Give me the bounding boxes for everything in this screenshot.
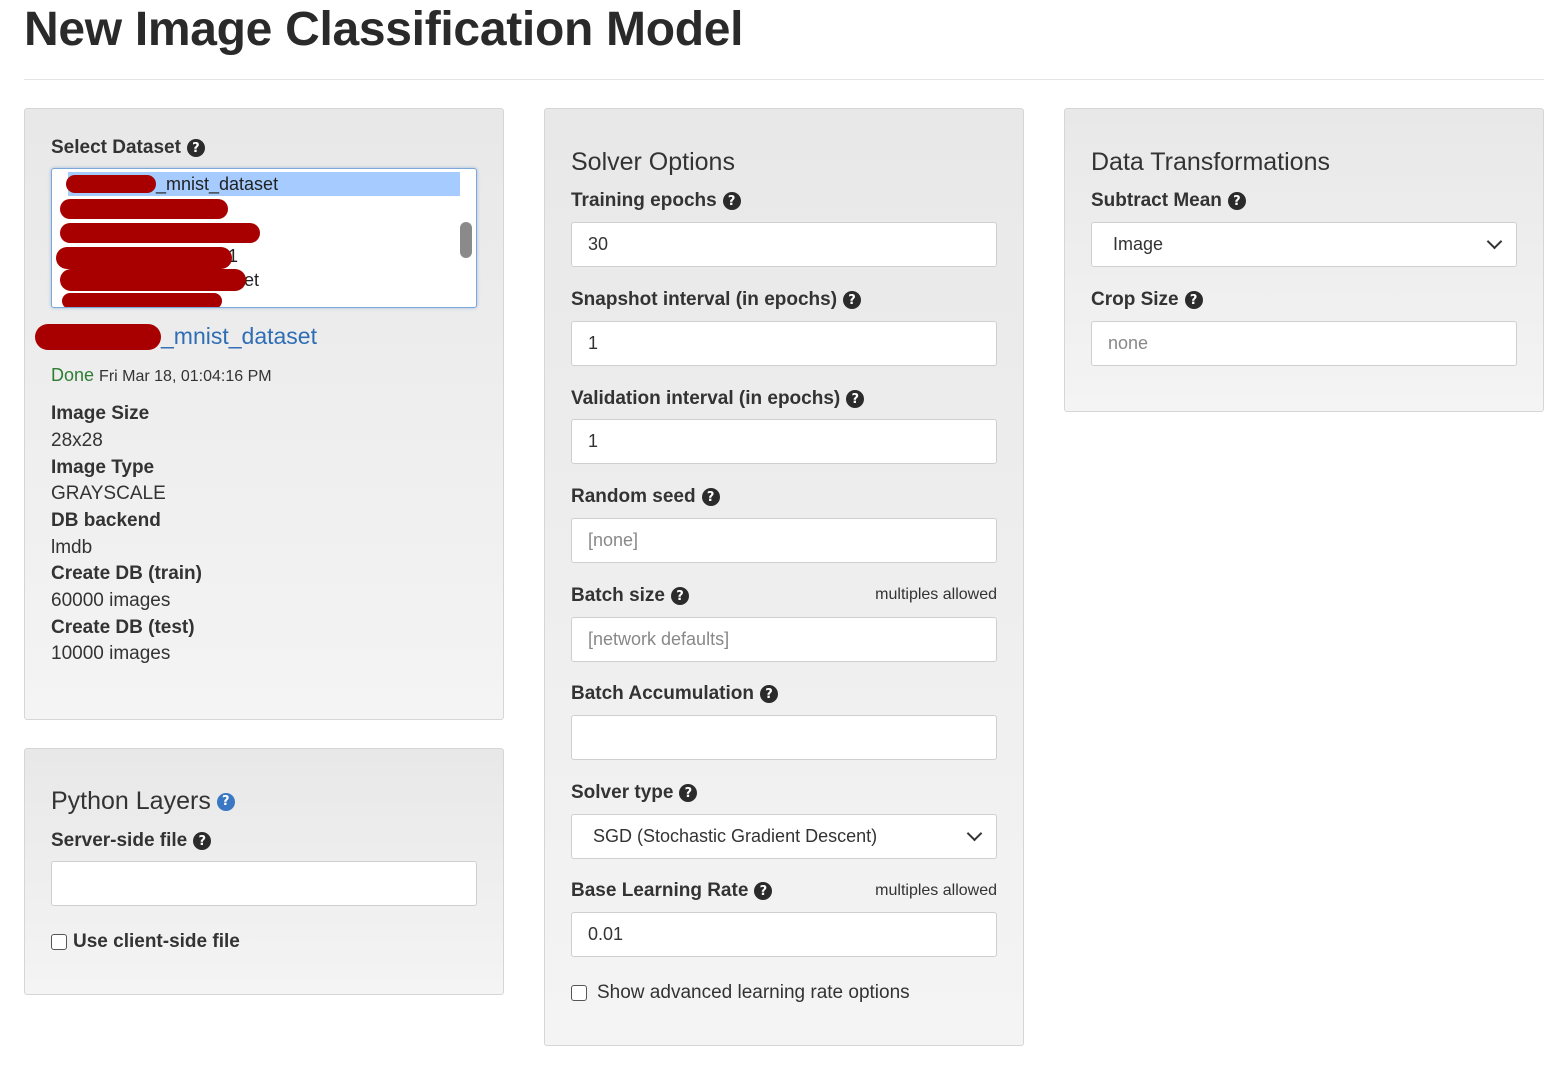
dataset-option[interactable]: et (244, 268, 259, 292)
help-icon[interactable]: ? (193, 832, 212, 850)
detail-label: DB backend (51, 510, 161, 531)
dataset-status: Done Fri Mar 18, 01:04:16 PM (51, 365, 272, 386)
redaction-mark (60, 223, 260, 243)
redaction-mark (62, 293, 222, 307)
random-seed-label-text: Random seed (571, 486, 696, 507)
training-epochs-input[interactable]: 30 (571, 222, 997, 267)
client-file-checkbox[interactable] (51, 934, 67, 950)
detail-label: Create DB (train) (51, 563, 202, 584)
help-icon[interactable]: ? (754, 882, 773, 900)
training-epochs-label: Training epochs ? (571, 190, 741, 212)
status-done: Done (51, 365, 95, 385)
snapshot-interval-input[interactable]: 1 (571, 321, 997, 366)
dataset-link[interactable]: _mnist_dataset (161, 323, 317, 350)
help-icon[interactable]: ? (679, 784, 698, 802)
base-learning-rate-label-text: Base Learning Rate (571, 880, 749, 901)
detail-value: 60000 images (51, 590, 171, 611)
title-divider (24, 79, 1544, 80)
python-layers-title-text: Python Layers (51, 787, 211, 815)
detail-label: Create DB (test) (51, 617, 195, 638)
client-file-label: Use client-side file (73, 931, 240, 952)
solver-type-value: SGD (Stochastic Gradient Descent) (593, 826, 878, 846)
base-learning-rate-input[interactable]: 0.01 (571, 912, 997, 957)
help-icon[interactable]: ? (843, 291, 862, 309)
listbox-scrollbar[interactable] (460, 222, 472, 258)
python-layers-panel: Python Layers ? Server-side file ? Use c… (24, 748, 504, 995)
redaction-mark (60, 199, 228, 219)
redaction-mark (66, 175, 156, 193)
client-file-option: Use client-side file (51, 931, 240, 953)
batch-size-note: multiples allowed (875, 586, 997, 603)
select-dataset-text: Select Dataset (51, 137, 181, 158)
help-icon[interactable]: ? (846, 390, 865, 408)
base-learning-rate-label: Base Learning Rate ? (571, 880, 773, 902)
chevron-down-icon (1486, 233, 1503, 250)
help-icon[interactable]: ? (760, 685, 778, 703)
select-dataset-label: Select Dataset ? (51, 137, 205, 159)
help-icon[interactable]: ? (186, 139, 205, 157)
batch-accumulation-input[interactable] (571, 715, 997, 760)
data-transformations-panel: Data Transformations Subtract Mean ? Ima… (1064, 108, 1544, 412)
solver-type-label: Solver type ? (571, 782, 698, 804)
batch-accumulation-label: Batch Accumulation ? (571, 683, 778, 705)
detail-label: Image Size (51, 403, 150, 424)
help-icon[interactable]: ? (722, 192, 741, 210)
solver-type-select[interactable]: SGD (Stochastic Gradient Descent) (571, 814, 997, 859)
random-seed-label: Random seed ? (571, 486, 720, 508)
validation-interval-input[interactable]: 1 (571, 419, 997, 464)
subtract-mean-value: Image (1113, 234, 1164, 254)
batch-accumulation-label-text: Batch Accumulation (571, 683, 754, 704)
help-icon[interactable]: ? (670, 587, 689, 605)
dataset-listbox[interactable]: _mnist_dataset 1 et (51, 168, 477, 308)
help-icon[interactable]: ? (216, 792, 235, 811)
chevron-down-icon (966, 825, 983, 842)
dataset-option-label: et (244, 270, 260, 290)
validation-interval-label-text: Validation interval (in epochs) (571, 388, 841, 409)
detail-value: lmdb (51, 537, 93, 558)
subtract-mean-label: Subtract Mean ? (1091, 190, 1246, 212)
solver-options-panel: Solver Options Training epochs ? 30 Snap… (544, 108, 1024, 1046)
solver-type-label-text: Solver type (571, 782, 674, 803)
detail-value: 28x28 (51, 430, 103, 451)
server-file-label: Server-side file ? (51, 830, 212, 852)
snapshot-interval-label-text: Snapshot interval (in epochs) (571, 289, 838, 310)
advanced-lr-option: Show advanced learning rate options (571, 982, 910, 1004)
server-file-input[interactable] (51, 861, 477, 906)
dataset-panel: Select Dataset ? _mnist_dataset 1 et _mn… (24, 108, 504, 720)
subtract-mean-label-text: Subtract Mean (1091, 190, 1222, 211)
training-epochs-label-text: Training epochs (571, 190, 717, 211)
server-file-label-text: Server-side file (51, 830, 188, 851)
advanced-lr-checkbox[interactable] (571, 985, 587, 1001)
subtract-mean-select[interactable]: Image (1091, 222, 1517, 267)
help-icon[interactable]: ? (701, 488, 720, 506)
crop-size-input[interactable]: none (1091, 321, 1517, 366)
dataset-details: Image Size 28x28 Image Type GRAYSCALE DB… (51, 403, 202, 670)
redaction-mark (60, 269, 246, 291)
redaction-mark (56, 247, 232, 269)
batch-size-label: Batch size ? (571, 585, 689, 607)
batch-size-label-text: Batch size (571, 585, 665, 606)
learning-rate-note: multiples allowed (875, 882, 997, 899)
status-time: Fri Mar 18, 01:04:16 PM (99, 368, 272, 385)
batch-size-input[interactable]: [network defaults] (571, 617, 997, 662)
help-icon[interactable]: ? (1227, 192, 1246, 210)
random-seed-input[interactable]: [none] (571, 518, 997, 563)
help-icon[interactable]: ? (1184, 291, 1203, 309)
solver-options-title: Solver Options (571, 148, 735, 176)
detail-value: 10000 images (51, 643, 171, 664)
detail-label: Image Type (51, 457, 155, 478)
advanced-lr-label: Show advanced learning rate options (597, 982, 910, 1003)
detail-value: GRAYSCALE (51, 483, 166, 504)
page-title: New Image Classification Model (24, 3, 744, 56)
crop-size-label: Crop Size ? (1091, 289, 1203, 311)
python-layers-title: Python Layers ? (51, 787, 235, 816)
crop-size-label-text: Crop Size (1091, 289, 1179, 310)
validation-interval-label: Validation interval (in epochs) ? (571, 388, 865, 410)
snapshot-interval-label: Snapshot interval (in epochs) ? (571, 289, 862, 311)
data-transformations-title: Data Transformations (1091, 148, 1330, 176)
redaction-mark (35, 324, 161, 350)
